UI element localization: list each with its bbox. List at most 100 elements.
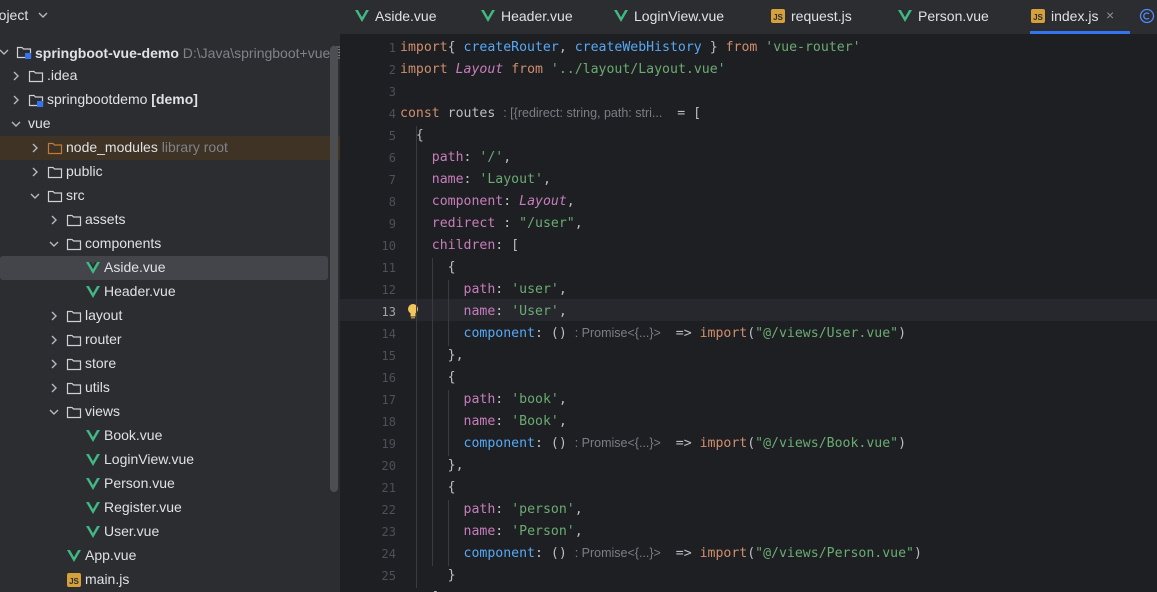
vue-file-icon: [86, 526, 100, 538]
tree-item[interactable]: LoginView.vue: [0, 448, 340, 472]
tree-item[interactable]: router: [0, 328, 340, 352]
tree-item[interactable]: public: [0, 160, 340, 184]
tree-item-hint: D:\Java\springboot+vue框架: [182, 45, 340, 61]
editor-tab[interactable]: Person.vue: [897, 0, 1025, 34]
tree-item[interactable]: springbootdemo [demo]: [0, 88, 340, 112]
line-number: 18: [381, 415, 396, 429]
chevron-right-icon[interactable]: [29, 142, 41, 154]
chevron-down-icon[interactable]: [29, 190, 41, 202]
code-line: {: [400, 370, 456, 385]
tree-item-name: components: [85, 235, 162, 251]
close-tab-icon[interactable]: ×: [1106, 7, 1114, 23]
vue-file-icon: [86, 478, 100, 490]
chevron-right-icon[interactable]: [48, 214, 60, 226]
tree-item[interactable]: node_modules library root: [0, 136, 340, 160]
editor-tab[interactable]: JS index.js ×: [1030, 0, 1130, 34]
chevron-right-icon[interactable]: [48, 334, 60, 346]
code-token: component: [463, 546, 535, 561]
tree-item[interactable]: Book.vue: [0, 424, 340, 448]
svg-text:JS: JS: [773, 13, 783, 22]
chevron-right-icon[interactable]: [48, 358, 60, 370]
tree-item-label: router: [85, 331, 122, 347]
tree-item[interactable]: .idea: [0, 64, 340, 88]
code-line: path: '/',: [400, 150, 511, 165]
tree-item[interactable]: views: [0, 400, 340, 424]
code-token: =>: [667, 436, 700, 451]
chevron-down-icon[interactable]: [10, 118, 22, 130]
tree-item-label: components: [85, 235, 161, 251]
code-token: ,: [542, 172, 551, 187]
tree-item[interactable]: Person.vue: [0, 472, 340, 496]
code-line: redirect : "/user",: [400, 216, 583, 231]
tree-item[interactable]: utils: [0, 376, 340, 400]
tree-item[interactable]: vue: [0, 112, 340, 136]
vue-file-icon: [86, 502, 100, 514]
tree-item[interactable]: JS main.js: [0, 568, 340, 592]
tree-item[interactable]: Aside.vue: [0, 256, 328, 280]
code-token: : (): [535, 436, 575, 451]
tree-item[interactable]: layout: [0, 304, 340, 328]
vue-file-icon: [86, 286, 100, 298]
vue-file-icon: [86, 430, 100, 442]
project-panel-header[interactable]: roject: [0, 0, 340, 32]
code-token: 'person': [511, 502, 575, 517]
tree-item[interactable]: components: [0, 232, 340, 256]
chevron-down-icon[interactable]: [48, 238, 60, 250]
inlay-hint: : Promise<{...}>: [574, 436, 668, 450]
tree-item[interactable]: User.vue: [0, 520, 340, 544]
code-token: redirect: [431, 216, 496, 231]
more-tabs-icon[interactable]: [1139, 8, 1155, 24]
tree-item-name: layout: [85, 307, 123, 323]
chevron-right-icon[interactable]: [48, 382, 60, 394]
code-token: "@/views/User.vue": [755, 326, 899, 341]
js-file-icon: JS: [771, 9, 785, 23]
chevron-down-icon[interactable]: [37, 9, 49, 21]
chevron-down-icon[interactable]: [48, 406, 60, 418]
tree-item[interactable]: assets: [0, 208, 340, 232]
editor-tab[interactable]: Header.vue: [480, 0, 607, 34]
code-line: name: 'User',: [400, 304, 567, 319]
chevron-down-icon[interactable]: [0, 46, 10, 58]
tree-item-label: Book.vue: [104, 427, 162, 443]
editor-tab[interactable]: Aside.vue: [354, 0, 474, 34]
tree-item-name: App.vue: [85, 547, 137, 563]
line-number: 17: [381, 393, 396, 407]
chevron-right-icon[interactable]: [10, 70, 22, 82]
code-token: 'Book': [511, 414, 559, 429]
chevron-right-icon[interactable]: [29, 166, 41, 178]
tree-item[interactable]: store: [0, 352, 340, 376]
folder-icon: [66, 238, 82, 251]
code-line: {: [400, 128, 424, 143]
tree-item[interactable]: src: [0, 184, 340, 208]
tree-item[interactable]: Register.vue: [0, 496, 340, 520]
code-token: ,: [558, 414, 567, 429]
editor-tab[interactable]: LoginView.vue: [613, 0, 765, 34]
code-token: from: [511, 62, 543, 77]
editor-tab[interactable]: JS request.js: [770, 0, 892, 34]
tree-item-label: vue: [28, 115, 51, 131]
tree-item-label: springbootdemo [demo]: [47, 91, 198, 107]
line-number: 9: [388, 217, 396, 231]
chevron-right-icon[interactable]: [10, 94, 22, 106]
folder-icon: [66, 214, 82, 227]
tree-item-label: src: [66, 187, 85, 203]
tree-item[interactable]: Header.vue: [0, 280, 340, 304]
code-token: :: [495, 392, 512, 407]
code-token: import: [400, 62, 448, 77]
code-token: "@/views/Person.vue": [755, 546, 914, 561]
project-panel-title: roject: [0, 7, 29, 23]
sidebar-scrollbar[interactable]: [330, 46, 338, 492]
code-token: name: [463, 414, 496, 429]
chevron-right-icon[interactable]: [48, 310, 60, 322]
tree-item[interactable]: App.vue: [0, 544, 340, 568]
tree-item[interactable]: springboot-vue-demo D:\Java\springboot+v…: [0, 40, 340, 64]
code-token: path: [463, 282, 496, 297]
tree-item-name: store: [85, 355, 117, 371]
tab-label: index.js: [1051, 8, 1099, 24]
code-line: path: 'book',: [400, 392, 567, 407]
code-editor[interactable]: 1 2 3 4 5 6 7 8 9 10 11 12 13 14 15 16 17 18 19 20 21 22 23 24 2…: [340, 35, 1157, 592]
code-token: import: [400, 40, 448, 55]
